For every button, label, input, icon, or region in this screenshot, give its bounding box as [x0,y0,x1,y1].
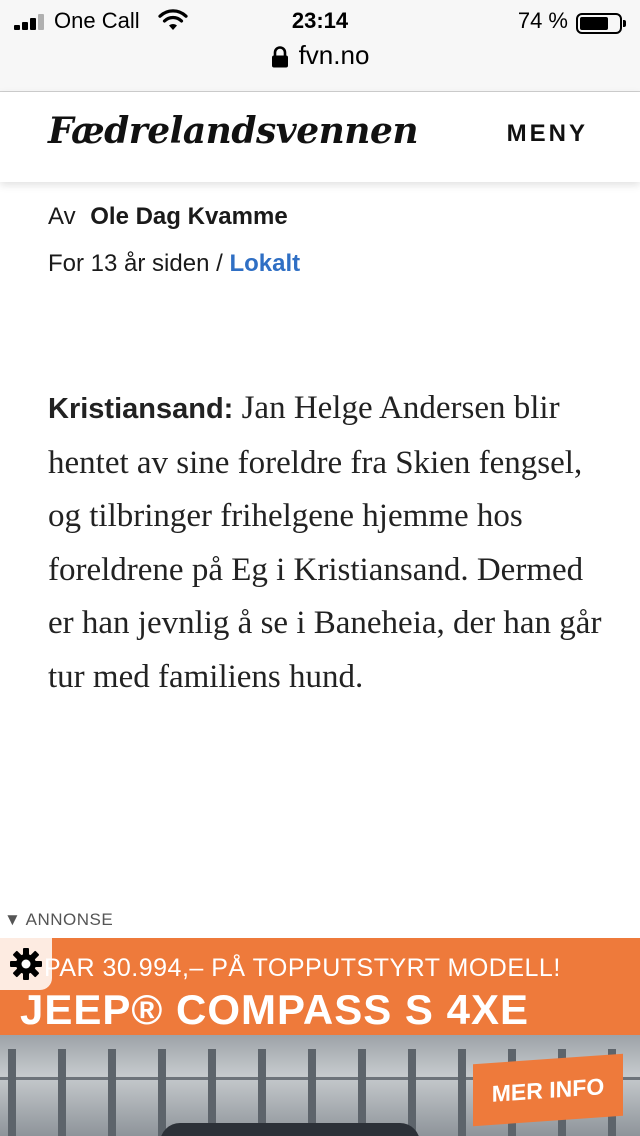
author-name[interactable]: Ole Dag Kvamme [90,203,287,230]
ad-headline-big: JEEP® COMPASS S 4XE [20,986,529,1033]
dateline: For 13 år siden / Lokalt [48,250,300,278]
byline: Av Ole Dag Kvamme [48,203,288,231]
url-text: fvn.no [298,40,370,70]
site-logo[interactable]: Fædrelandsvennen [48,110,419,152]
ad-banner[interactable]: PAR 30.994,– PÅ TOPPUTSTYRT MODELL! JEEP… [0,938,640,1136]
ad-headline-small: PAR 30.994,– PÅ TOPPUTSTYRT MODELL! [44,954,561,982]
status-bar: One Call 23:14 74 % fvn.no [0,0,640,92]
ad-cta-button[interactable]: MER INFO [473,1053,623,1127]
site-header: Fædrelandsvennen MENY [0,92,640,182]
publish-time: For 13 år siden [48,250,210,277]
address-bar[interactable]: fvn.no [0,40,640,80]
byline-prefix: Av [48,203,76,230]
dateline-place: Kristiansand: [48,393,234,425]
article-body: Kristiansand: Jan Helge Andersen blir he… [48,382,608,704]
menu-button[interactable]: MENY [507,120,588,148]
ad-label[interactable]: ▼ ANNONSE [4,910,113,930]
ad-settings-button[interactable] [0,938,52,990]
category-link[interactable]: Lokalt [229,250,300,277]
battery-icon [576,13,626,34]
gear-icon [10,948,42,980]
dateline-separator: / [209,250,230,277]
lock-icon [271,45,288,67]
article-paragraph: Jan Helge Andersen blir hentet av sine f… [48,390,602,695]
battery-percent: 74 % [517,8,568,33]
